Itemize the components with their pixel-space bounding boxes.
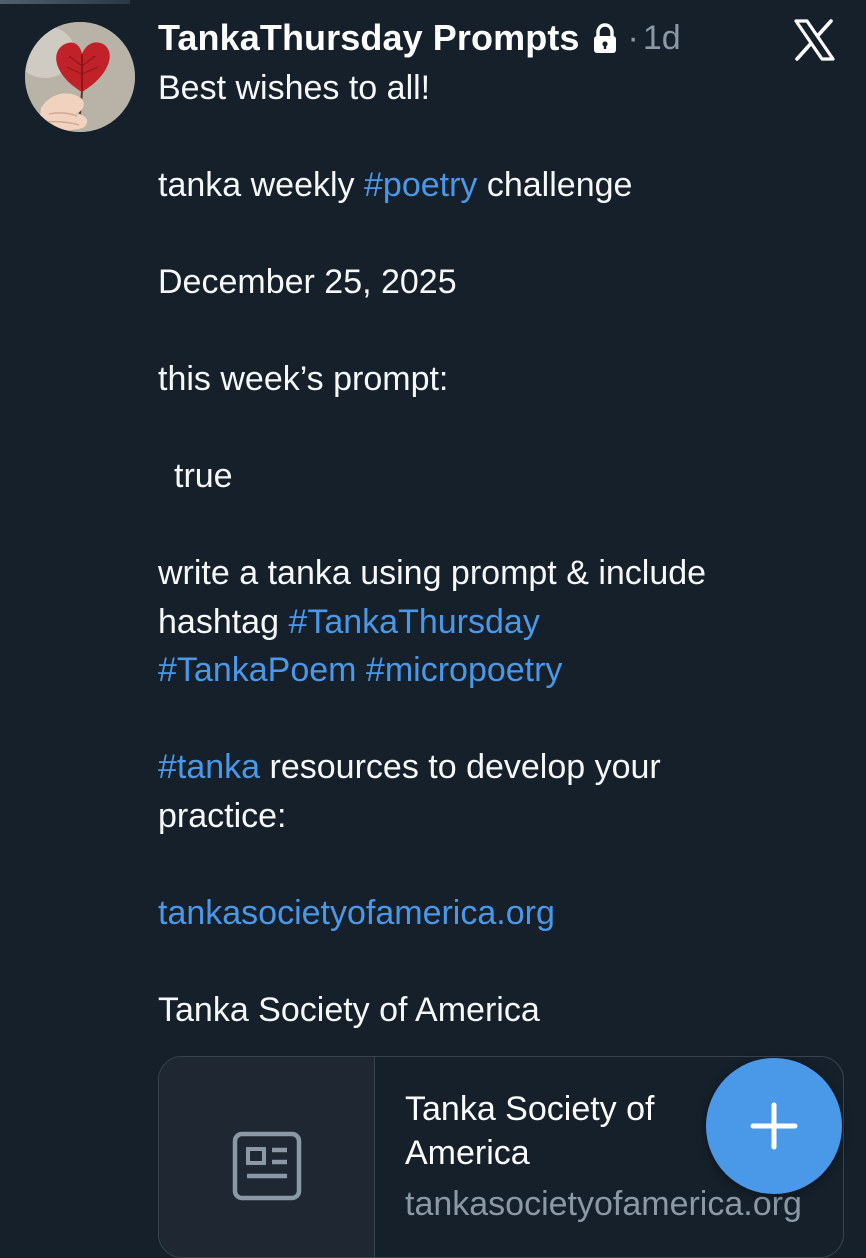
header-separator: ·: [627, 18, 639, 57]
date-line: December 25, 2025: [158, 263, 457, 301]
author-name[interactable]: TankaThursday Prompts: [158, 17, 580, 59]
hashtag-tankapoem[interactable]: #TankaPoem: [158, 651, 356, 689]
hashtag-poetry[interactable]: #poetry: [364, 166, 477, 204]
resources-text: resources to develop your: [260, 748, 661, 786]
hashtag-line: hashtag #TankaThursday: [158, 598, 818, 647]
resources-line-2: practice:: [158, 796, 287, 835]
article-icon: [232, 1131, 302, 1201]
top-edge-line: [0, 0, 130, 4]
post-text: Best wishes to all! tanka weekly #poetry…: [158, 64, 818, 1034]
website-link[interactable]: tankasocietyofamerica.org: [158, 894, 555, 932]
greeting-line: Best wishes to all!: [158, 69, 431, 107]
hashtag-line-2: #TankaPoem #micropoetry: [158, 646, 818, 695]
compose-button[interactable]: [706, 1058, 842, 1194]
post-timestamp[interactable]: 1d: [643, 19, 681, 58]
hashtag-tanka[interactable]: #tanka: [158, 748, 260, 786]
avatar-heart-leaf-photo: [25, 22, 135, 132]
challenge-line: tanka weekly #poetry challenge: [158, 161, 818, 210]
organization-name: Tanka Society of America: [158, 990, 540, 1029]
link-card-domain: tankasocietyofamerica.org: [405, 1185, 802, 1223]
challenge-text-start: tanka weekly: [158, 166, 364, 204]
hashtag-label: hashtag: [158, 602, 289, 641]
instruction-line: write a tanka using prompt & include: [158, 554, 707, 592]
x-logo-icon[interactable]: [792, 18, 836, 62]
challenge-text-end: challenge: [477, 166, 633, 204]
prompt-word: true: [174, 457, 233, 495]
post-header: TankaThursday Prompts · 1d: [158, 14, 681, 62]
avatar[interactable]: [25, 22, 135, 132]
resources-line: #tanka resources to develop your: [158, 743, 818, 792]
hashtag-micropoetry[interactable]: #micropoetry: [366, 651, 563, 689]
lock-icon: [592, 23, 618, 55]
link-card-thumbnail: [159, 1057, 375, 1257]
hashtag-tankathursday[interactable]: #TankaThursday: [288, 603, 539, 641]
prompt-label: this week’s prompt:: [158, 360, 449, 398]
hashtag-space: [356, 651, 365, 689]
plus-icon: [750, 1102, 798, 1150]
link-card-title: Tanka Society of America: [405, 1090, 655, 1172]
